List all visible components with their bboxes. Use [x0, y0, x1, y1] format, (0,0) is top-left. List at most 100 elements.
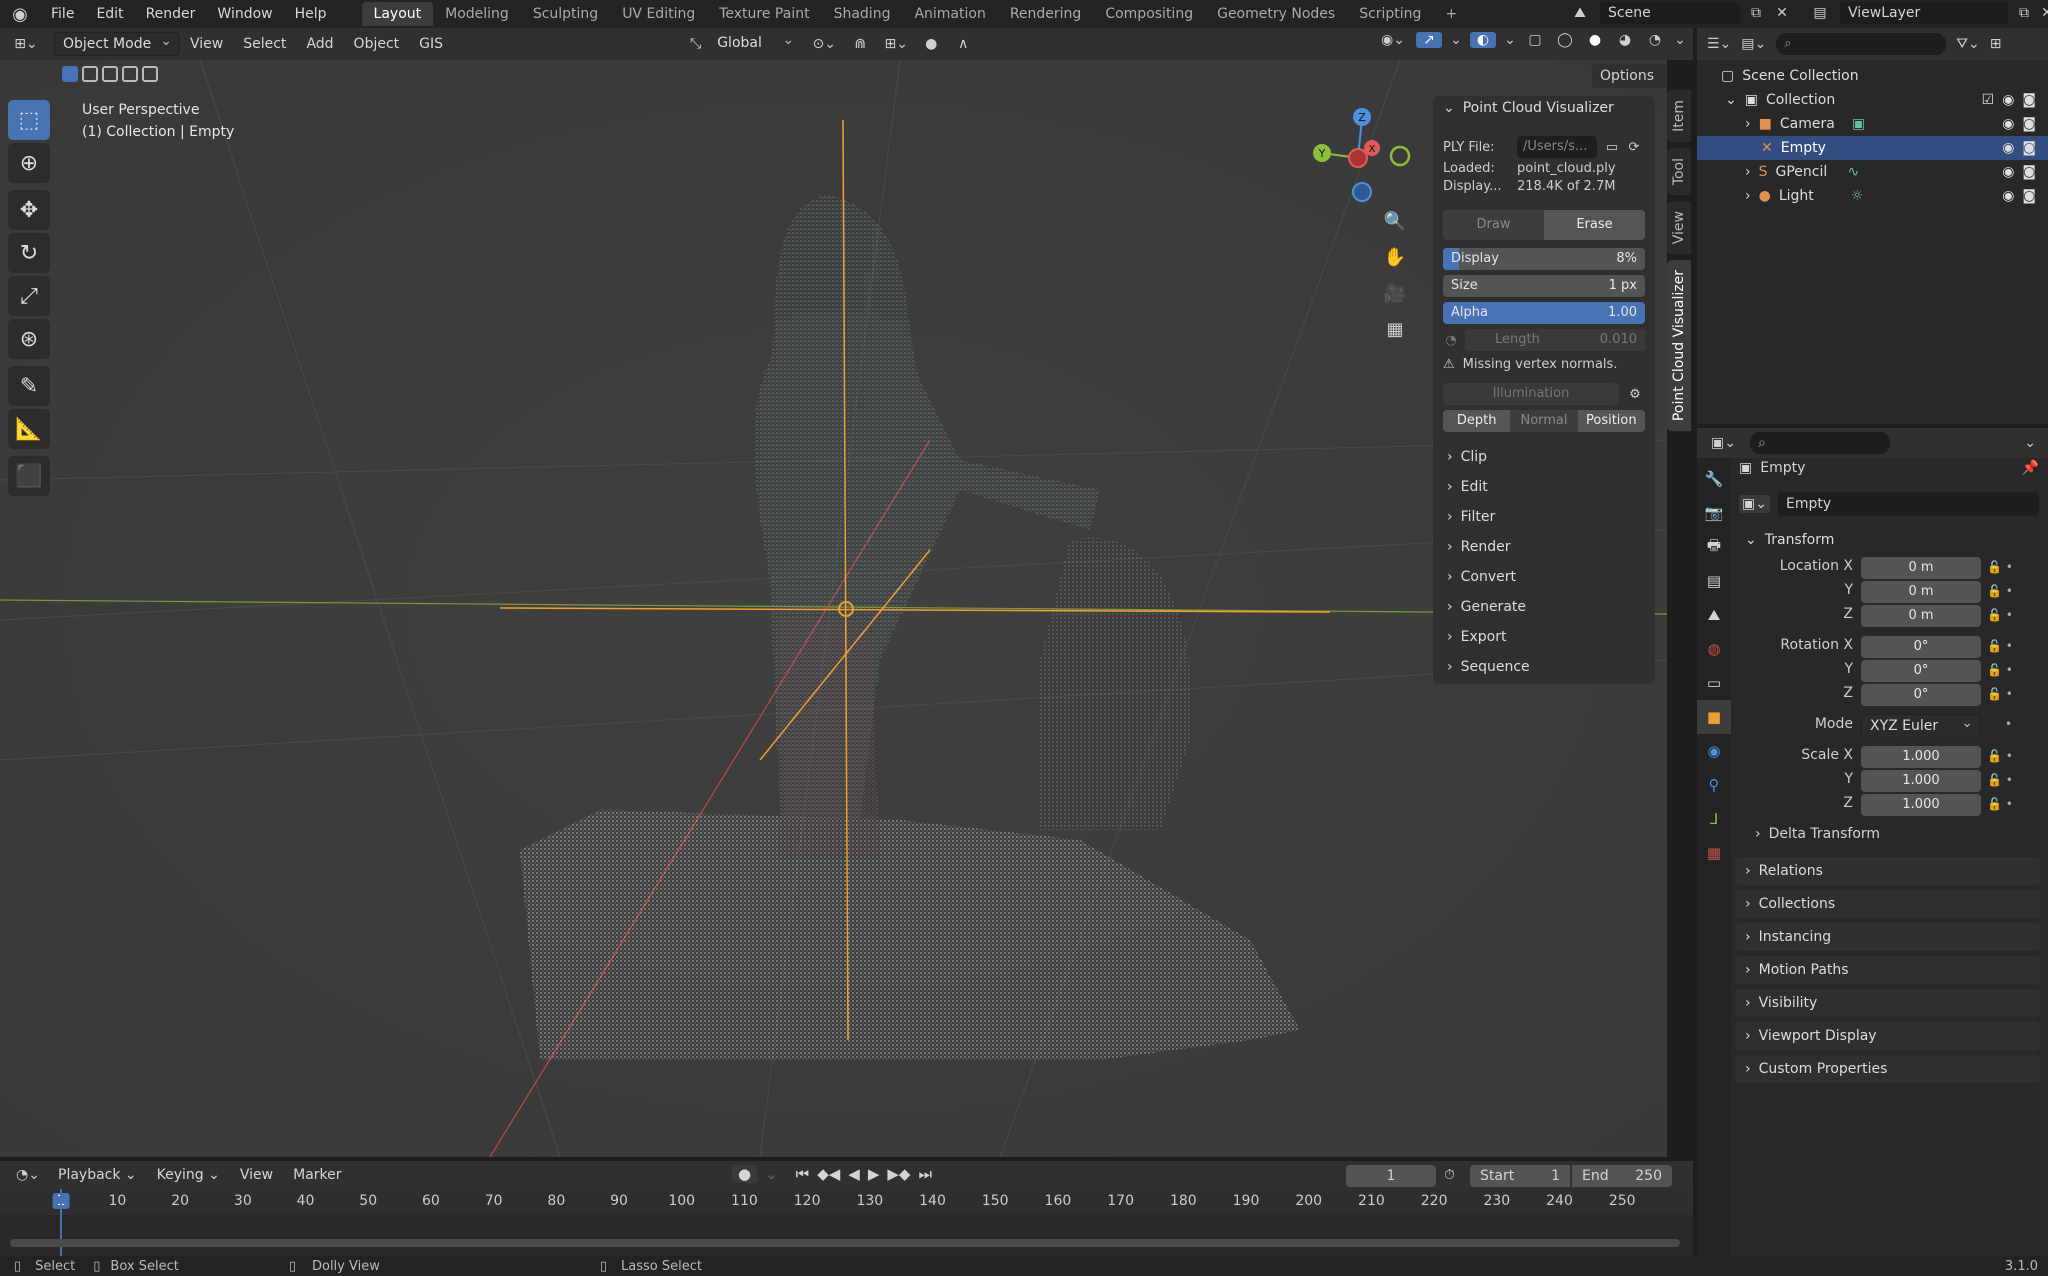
render-camera-icon[interactable]: ◙ [2022, 164, 2036, 180]
tool-properties-icon[interactable]: 🔧 [1697, 462, 1731, 496]
scale-tool[interactable]: ⤢ [8, 276, 50, 316]
rotation-x-field[interactable]: 0° [1861, 636, 1981, 658]
world-properties-icon[interactable]: ◍ [1697, 632, 1731, 666]
lock-icon[interactable]: 🔓 • [1987, 797, 2013, 811]
keyframe-dot-icon[interactable]: • [2005, 717, 2012, 731]
solid-shading-icon[interactable]: ● [1584, 32, 1606, 48]
gizmo-neg-x-icon[interactable] [1348, 148, 1368, 168]
tab-texture-paint[interactable]: Texture Paint [707, 2, 821, 26]
length-field[interactable]: Length 0.010 [1465, 329, 1645, 351]
motion-paths-panel[interactable]: › Motion Paths [1735, 956, 2040, 984]
erase-button[interactable]: Erase [1544, 210, 1645, 240]
lock-icon[interactable]: 🔓 • [1987, 584, 2013, 598]
jump-start-icon[interactable]: ⏮ [796, 1165, 810, 1183]
navigation-gizmo[interactable]: Z Y X [1300, 100, 1420, 210]
lock-icon[interactable]: 🔓 • [1987, 663, 2013, 677]
new-scene-icon[interactable]: ⧉ [1746, 5, 1766, 21]
jump-end-icon[interactable]: ⏭ [918, 1165, 932, 1183]
outliner-row-camera[interactable]: › ■ Camera ▣ ◉ ◙ [1697, 112, 2048, 136]
material-shading-icon[interactable]: ◕ [1614, 32, 1636, 48]
object-browse-icon[interactable]: ▣⌄ [1739, 495, 1770, 513]
outliner-row-gpencil[interactable]: › S GPencil ∿ ◉ ◙ [1697, 160, 2048, 184]
display-slider[interactable]: Display 8% [1443, 248, 1645, 270]
menu-select[interactable]: Select [233, 31, 296, 57]
tab-modeling[interactable]: Modeling [433, 2, 521, 26]
subpanel-generate[interactable]: › Generate [1433, 592, 1655, 622]
tab-uv-editing[interactable]: UV Editing [610, 2, 707, 26]
viewlayer-field[interactable]: ViewLayer [1840, 2, 2008, 24]
outliner-row-light[interactable]: › ● Light ☼ ◉ ◙ [1697, 184, 2048, 208]
tab-tool[interactable]: Tool [1667, 147, 1691, 196]
folder-icon[interactable]: ▭ [1601, 140, 1623, 155]
render-camera-icon[interactable]: ◙ [2022, 188, 2036, 204]
subpanel-filter[interactable]: › Filter [1433, 502, 1655, 532]
eye-icon[interactable]: ◉ [2002, 92, 2014, 108]
lock-icon[interactable]: 🔓 • [1987, 560, 2013, 574]
view-layer-properties-icon[interactable]: ▤ [1697, 564, 1731, 598]
viewport-display-panel[interactable]: › Viewport Display [1735, 1022, 2040, 1050]
stopwatch-icon[interactable]: ⏱ [1444, 1167, 1455, 1183]
filter-icon[interactable]: ⛛⌄ [1956, 36, 1980, 52]
delete-scene-icon[interactable]: ✕ [1772, 5, 1792, 21]
scale-x-field[interactable]: 1.000 [1861, 746, 1981, 768]
texture-properties-icon[interactable]: ▦ [1697, 836, 1731, 870]
orientation-dropdown[interactable]: Global [709, 29, 801, 56]
scale-y-field[interactable]: 1.000 [1861, 770, 1981, 792]
outliner-editor-icon[interactable]: ☰⌄ [1707, 36, 1731, 52]
end-frame-field[interactable]: End 250 [1572, 1165, 1672, 1187]
select-extend-icon[interactable] [82, 66, 98, 82]
tab-geometry-nodes[interactable]: Geometry Nodes [1205, 2, 1347, 26]
frame-ruler[interactable]: 1102030405060708090100110120130140150160… [0, 1189, 1693, 1215]
annotate-tool[interactable]: ✎ [8, 366, 50, 406]
subpanel-sequence[interactable]: › Sequence [1433, 652, 1655, 682]
cursor-tool[interactable]: ⊕ [8, 143, 50, 183]
select-intersect-icon[interactable] [142, 66, 158, 82]
timeline-scrollbar[interactable] [10, 1239, 1680, 1247]
menu-gis[interactable]: GIS [409, 31, 453, 57]
scale-z-field[interactable]: 1.000 [1861, 794, 1981, 816]
menu-file[interactable]: File [40, 0, 85, 28]
subpanel-export[interactable]: › Export [1433, 622, 1655, 652]
outliner-search-input[interactable]: ⌕ [1776, 33, 1947, 55]
new-viewlayer-icon[interactable]: ⧉ [2014, 5, 2034, 21]
select-new-icon[interactable] [62, 66, 78, 82]
snap-target-icon[interactable]: ⊞⌄ [881, 36, 911, 52]
object-properties-icon[interactable]: ■ [1697, 700, 1731, 734]
eye-icon[interactable]: ◉ [2002, 164, 2014, 180]
scene-icon[interactable]: ⛰ [1566, 5, 1594, 21]
eye-icon[interactable]: ◉ [2002, 140, 2014, 156]
menu-edit[interactable]: Edit [85, 0, 134, 28]
collection-properties-icon[interactable]: ▭ [1697, 666, 1731, 700]
gizmo-dropdown-icon[interactable]: ⌄ [1450, 32, 1462, 48]
start-frame-field[interactable]: Start 1 [1470, 1165, 1570, 1187]
subpanel-convert[interactable]: › Convert [1433, 562, 1655, 592]
options-dropdown[interactable]: Options [1592, 64, 1667, 88]
tab-animation[interactable]: Animation [902, 2, 997, 26]
menu-view[interactable]: View [180, 31, 233, 57]
next-keyframe-icon[interactable]: ▶◆ [887, 1165, 910, 1183]
output-properties-icon[interactable]: 🖶 [1697, 530, 1731, 564]
rotation-y-field[interactable]: 0° [1861, 660, 1981, 682]
expand-icon[interactable]: ⌄ [1725, 92, 1737, 108]
relations-panel[interactable]: › Relations [1735, 857, 2040, 885]
play-icon[interactable]: ▶ [868, 1165, 880, 1183]
location-z-field[interactable]: 0 m [1861, 605, 1981, 627]
delete-viewlayer-icon[interactable]: ✕ [2040, 5, 2048, 21]
constraints-properties-icon[interactable]: ⚲ [1697, 768, 1731, 802]
illumination-settings-icon[interactable]: ⚙ [1625, 387, 1645, 402]
ply-file-field[interactable]: /Users/s... [1517, 136, 1597, 158]
select-invert-icon[interactable] [122, 66, 138, 82]
record-icon[interactable]: ● [732, 1165, 758, 1183]
alpha-field[interactable]: Alpha 1.00 [1443, 302, 1645, 324]
draw-button[interactable]: Draw [1443, 210, 1544, 240]
rotation-mode-dropdown[interactable]: XYZ Euler [1861, 712, 1981, 738]
properties-options-icon[interactable]: ⌄ [2024, 435, 2036, 451]
timeline-editor-icon[interactable]: ◔⌄ [8, 1167, 48, 1183]
lock-icon[interactable]: 🔓 • [1987, 608, 2013, 622]
lock-icon[interactable]: 🔓 • [1987, 639, 2013, 653]
tab-point-cloud-visualizer[interactable]: Point Cloud Visualizer [1667, 260, 1691, 432]
move-tool[interactable]: ✥ [8, 190, 50, 230]
expand-icon[interactable]: › [1745, 188, 1751, 204]
illumination-button[interactable]: Illumination [1443, 383, 1619, 405]
shade-normal-button[interactable]: Normal [1510, 410, 1578, 432]
